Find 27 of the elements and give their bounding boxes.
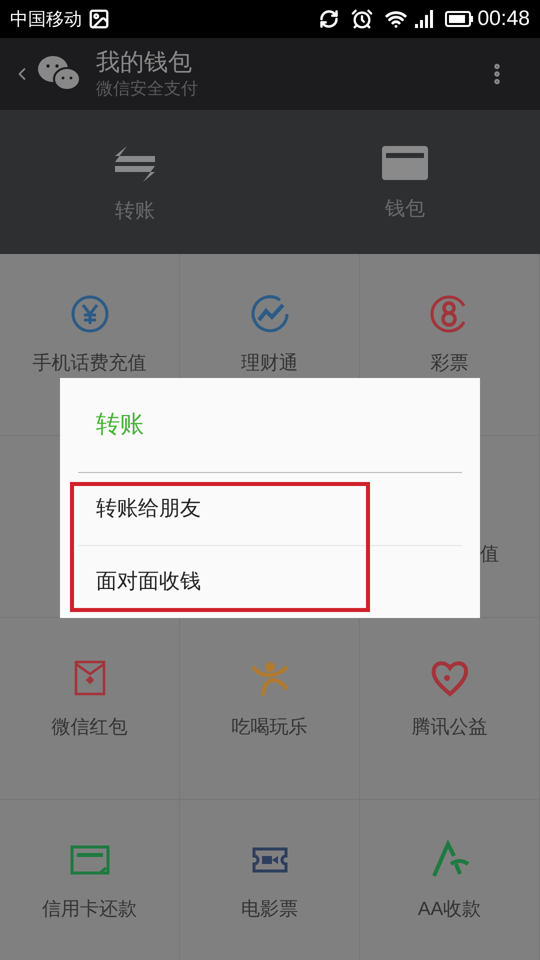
grid-label[interactable]: 理财通	[241, 350, 298, 378]
grid-label[interactable]: 彩票	[430, 350, 468, 378]
battery-icon	[445, 11, 474, 27]
grid-label[interactable]: 值	[480, 541, 499, 570]
card-icon	[382, 146, 428, 180]
header-subtitle: 微信安全支付	[96, 78, 199, 100]
dialog-title: 转账	[95, 410, 145, 440]
grid-label[interactable]: 腾讯公益	[412, 714, 488, 742]
sync-icon	[319, 9, 340, 29]
alarm-icon	[351, 8, 374, 30]
dialog-option[interactable]: 面对面收钱	[78, 545, 462, 617]
grid-label[interactable]: 电影票	[241, 896, 298, 924]
top-action-button[interactable]: 钱包	[270, 110, 540, 254]
grid-label[interactable]: 微信红包	[52, 714, 128, 742]
swap-arrows-icon	[115, 146, 155, 182]
dialog-option[interactable]: 转账给朋友	[78, 473, 462, 545]
carrier-name: 中国移动	[10, 8, 82, 30]
grid-label[interactable]: 吃喝玩乐	[232, 714, 308, 742]
signal-icon	[415, 10, 436, 28]
grid-label[interactable]: AA收款	[418, 896, 482, 924]
wifi-icon	[385, 8, 408, 30]
image-icon	[88, 8, 110, 30]
grid-label[interactable]: 手机话费充值	[32, 350, 146, 378]
grid-label[interactable]: 信用卡还款	[42, 896, 137, 924]
top-action-button[interactable]: 转账	[0, 110, 270, 254]
header-title: 我的钱包	[96, 48, 193, 78]
clock-time: 00:48	[477, 6, 530, 32]
